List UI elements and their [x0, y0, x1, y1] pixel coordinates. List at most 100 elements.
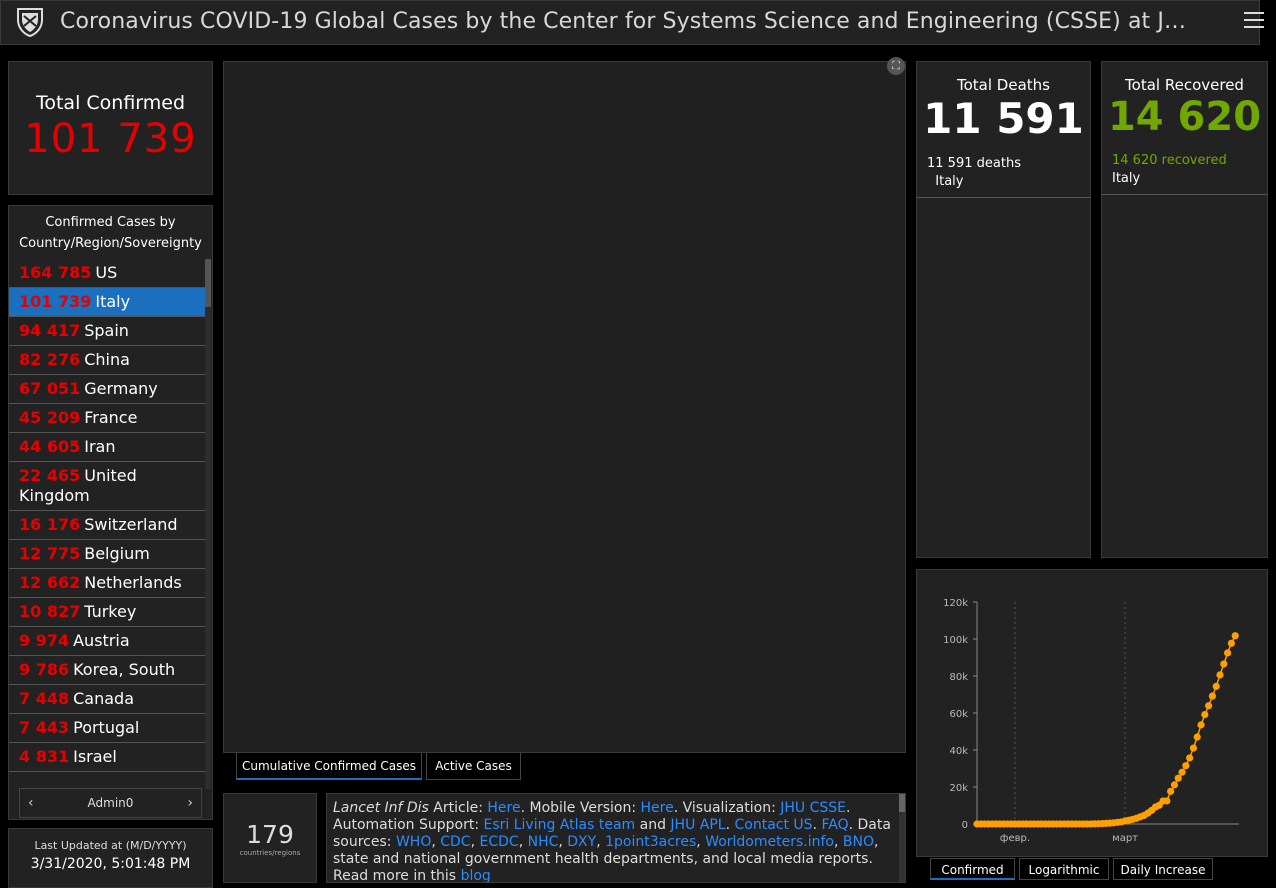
country-list-item[interactable]: 44 605 Iran [9, 433, 206, 462]
country-count: 44 605 [19, 437, 81, 456]
countries-count-label: countries/regions [239, 849, 301, 857]
country-list-item[interactable]: 94 417 Spain [9, 317, 206, 346]
dxy-link[interactable]: DXY [567, 834, 596, 850]
jhu-csse-link[interactable]: JHU CSSE [780, 800, 846, 816]
country-name: Canada [73, 689, 134, 708]
data-point [1205, 702, 1213, 710]
nhc-link[interactable]: NHC [528, 834, 559, 850]
pager-next-icon[interactable]: › [187, 789, 193, 817]
country-name: Portugal [73, 718, 140, 737]
data-point [1201, 710, 1209, 719]
y-tick-label: 100k [943, 635, 968, 646]
data-point [1178, 768, 1186, 776]
country-list-item[interactable]: 7 443 Portugal [9, 714, 206, 743]
country-list-item[interactable]: 7 448 Canada [9, 685, 206, 714]
country-name: Italy [95, 292, 131, 311]
country-count: 12 662 [19, 573, 81, 592]
country-list-item[interactable]: 67 051 Germany [9, 375, 206, 404]
country-count: 45 209 [19, 408, 81, 427]
country-count: 94 417 [19, 321, 81, 340]
total-deaths-label: Total Deaths [957, 76, 1050, 94]
country-name: France [84, 408, 138, 427]
deaths-detail-row[interactable]: 11 591 deaths Italy [917, 143, 1090, 198]
total-deaths-panel: Total Deaths 11 591 11 591 deaths Italy [916, 61, 1091, 558]
contact-link[interactable]: Contact US [735, 817, 813, 833]
who-link[interactable]: WHO [396, 834, 431, 850]
y-tick-label: 0 [962, 820, 968, 831]
country-list-item[interactable]: 22 465 United Kingdom [9, 462, 206, 511]
jhu-apl-link[interactable]: JHU APL [670, 817, 725, 833]
recovered-detail-row[interactable]: 14 620 recovered Italy [1102, 140, 1267, 195]
1point3acres-link[interactable]: 1point3acres [605, 834, 696, 850]
country-count: 82 276 [19, 350, 81, 369]
y-tick-label: 40k [949, 746, 968, 757]
data-point [1163, 797, 1171, 805]
countries-count-value: 179 [246, 820, 294, 849]
country-list-item[interactable]: 101 739 Italy [9, 288, 206, 317]
faq-link[interactable]: FAQ [821, 817, 848, 833]
total-recovered-panel: Total Recovered 14 620 14 620 recovered … [1101, 61, 1268, 558]
country-count: 101 739 [19, 292, 92, 311]
country-count: 7 443 [19, 718, 70, 737]
country-name: US [95, 263, 118, 282]
confirmed-series-line [977, 635, 1236, 825]
cdc-link[interactable]: CDC [440, 834, 470, 850]
country-count: 4 831 [19, 747, 70, 766]
tab-active-cases[interactable]: Active Cases [426, 753, 521, 780]
country-list-scrollbar[interactable] [205, 259, 211, 789]
country-list[interactable]: 164 785 US 101 739 Italy 94 417 Spain 82 276 Ch… [9, 259, 206, 789]
blog-link[interactable]: blog [461, 868, 491, 882]
info-text: . Visualization: [673, 800, 781, 816]
country-name: Korea, South [73, 660, 176, 679]
expand-icon[interactable]: ⛶ [887, 57, 905, 75]
country-list-item[interactable]: 164 785 US [9, 259, 206, 288]
hamburger-menu-icon[interactable] [1244, 12, 1264, 30]
country-count: 164 785 [19, 263, 92, 282]
country-name: Israel [73, 747, 117, 766]
map-view[interactable]: ⛶ [223, 57, 906, 753]
info-text: , [558, 834, 568, 850]
info-text: , [833, 834, 843, 850]
country-list-item[interactable]: 10 827 Turkey [9, 598, 206, 627]
country-name: Spain [84, 321, 129, 340]
ecdc-link[interactable]: ECDC [480, 834, 519, 850]
bno-link[interactable]: BNO [843, 834, 874, 850]
country-list-scroll-thumb[interactable] [205, 259, 211, 307]
country-list-item[interactable]: 4 831 Israel [9, 743, 206, 772]
country-list-item[interactable]: 45 209 France [9, 404, 206, 433]
country-list-header: Confirmed Cases by Country/Region/Sovere… [19, 215, 202, 251]
esri-link[interactable]: Esri Living Atlas team [484, 817, 636, 833]
confirmed-chart[interactable]: 0 20k 40k 60k 80k 100k 120k февр. март [917, 570, 1267, 856]
tab-cumulative-confirmed[interactable]: Cumulative Confirmed Cases [236, 753, 422, 780]
info-scroll-thumb[interactable] [899, 794, 905, 812]
country-list-item[interactable]: 12 662 Netherlands [9, 569, 206, 598]
country-name: Iran [84, 437, 116, 456]
country-list-item[interactable]: 9 974 Austria [9, 627, 206, 656]
y-tick-label: 60k [949, 709, 968, 720]
data-point [1174, 774, 1182, 782]
country-list-item[interactable]: 12 775 Belgium [9, 540, 206, 569]
data-point [1167, 787, 1175, 795]
last-updated-label: Last Updated at (M/D/YYYY) [34, 839, 187, 852]
info-panel: Lancet Inf Dis Article: Here. Mobile Ver… [326, 793, 906, 883]
total-confirmed-panel: Total Confirmed 101 739 [8, 61, 213, 195]
pager-prev-icon[interactable]: ‹ [28, 789, 34, 817]
info-text: , [431, 834, 441, 850]
data-point [1224, 649, 1232, 657]
data-point [1227, 639, 1236, 647]
country-count: 22 465 [19, 466, 81, 485]
country-list-item[interactable]: 82 276 China [9, 346, 206, 375]
y-tick-label: 80k [949, 672, 968, 683]
country-list-item[interactable]: 9 786 Korea, South [9, 656, 206, 685]
mobile-version-link[interactable]: Here [641, 800, 674, 816]
list-pager: ‹ Admin0 › [19, 788, 202, 818]
article-link[interactable]: Here [487, 800, 520, 816]
country-name: Austria [73, 631, 130, 650]
info-text: Article: [428, 800, 488, 816]
app-header: Coronavirus COVID-19 Global Cases by the… [0, 0, 1264, 45]
country-name: Turkey [84, 602, 137, 621]
y-tick-label: 20k [949, 783, 968, 794]
x-tick-label: март [1112, 833, 1138, 844]
worldometers-link[interactable]: Worldometers.info [705, 834, 834, 850]
country-list-item[interactable]: 16 176 Switzerland [9, 511, 206, 540]
